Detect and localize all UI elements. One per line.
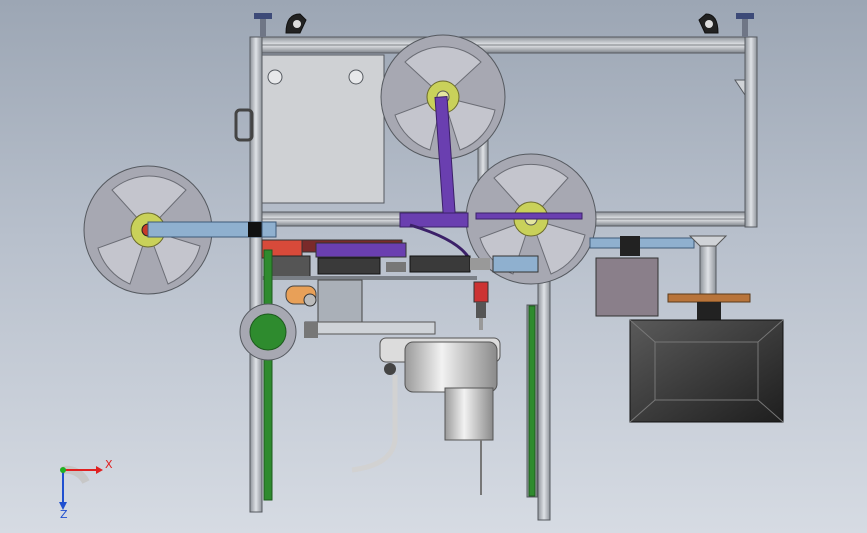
z-axis-label: Z [60,508,68,521]
cad-viewport[interactable] [0,0,867,533]
gripper [473,281,489,330]
dispenser-drum [351,337,501,495]
x-axis-label: X [105,458,113,471]
top-fixtures [254,13,754,37]
right-unit [589,235,784,423]
y-axis-dot [60,467,66,473]
axis-triad: X Z [48,452,118,522]
